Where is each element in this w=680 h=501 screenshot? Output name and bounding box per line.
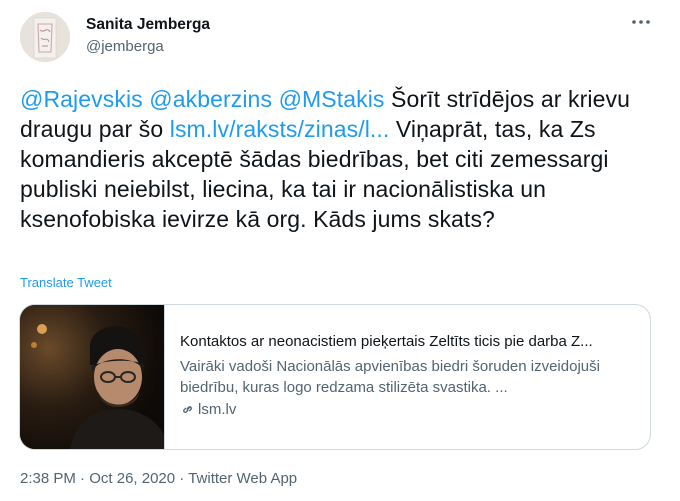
card-domain-text: lsm.lv	[198, 401, 237, 418]
card-title: Kontaktos ar neonacistiem pieķertais Zel…	[180, 333, 593, 350]
article-link[interactable]: lsm.lv/raksts/zinas/l...	[170, 116, 390, 142]
card-thumbnail	[20, 305, 165, 449]
tweet: Sanita Jemberga @jemberga @Rajevskis @ak…	[0, 0, 680, 501]
avatar-image	[20, 12, 70, 62]
tweet-source[interactable]: Twitter Web App	[188, 470, 297, 487]
author-name[interactable]: Sanita Jemberga	[86, 16, 210, 34]
meta-separator: ·	[75, 470, 90, 487]
meta-separator: ·	[175, 470, 189, 487]
avatar[interactable]	[20, 12, 70, 62]
link-icon	[183, 406, 192, 414]
link-preview-card[interactable]: Kontaktos ar neonacistiem pieķertais Zel…	[19, 304, 651, 450]
card-description: Vairāki vadoši Nacionālās apvienības bie…	[180, 358, 600, 396]
card-domain: lsm.lv	[180, 401, 236, 418]
author-handle[interactable]: @jemberga	[86, 38, 164, 55]
mention-link[interactable]: @MStakis	[279, 86, 385, 112]
tweet-metadata: 2:38 PM · Oct 26, 2020 · Twitter Web App	[20, 470, 297, 487]
translate-tweet-link[interactable]: Translate Tweet	[20, 275, 112, 290]
mention-link[interactable]: @akberzins	[149, 86, 272, 112]
tweet-date[interactable]: Oct 26, 2020	[89, 470, 175, 487]
tweet-time[interactable]: 2:38 PM	[20, 470, 76, 487]
mention-link[interactable]: @Rajevskis	[20, 86, 143, 112]
more-dots-icon	[632, 20, 650, 24]
tweet-text: @Rajevskis @akberzins @MStakis Šorīt str…	[20, 84, 670, 234]
more-options-button[interactable]	[626, 10, 656, 34]
card-thumbnail-photo	[20, 305, 164, 449]
